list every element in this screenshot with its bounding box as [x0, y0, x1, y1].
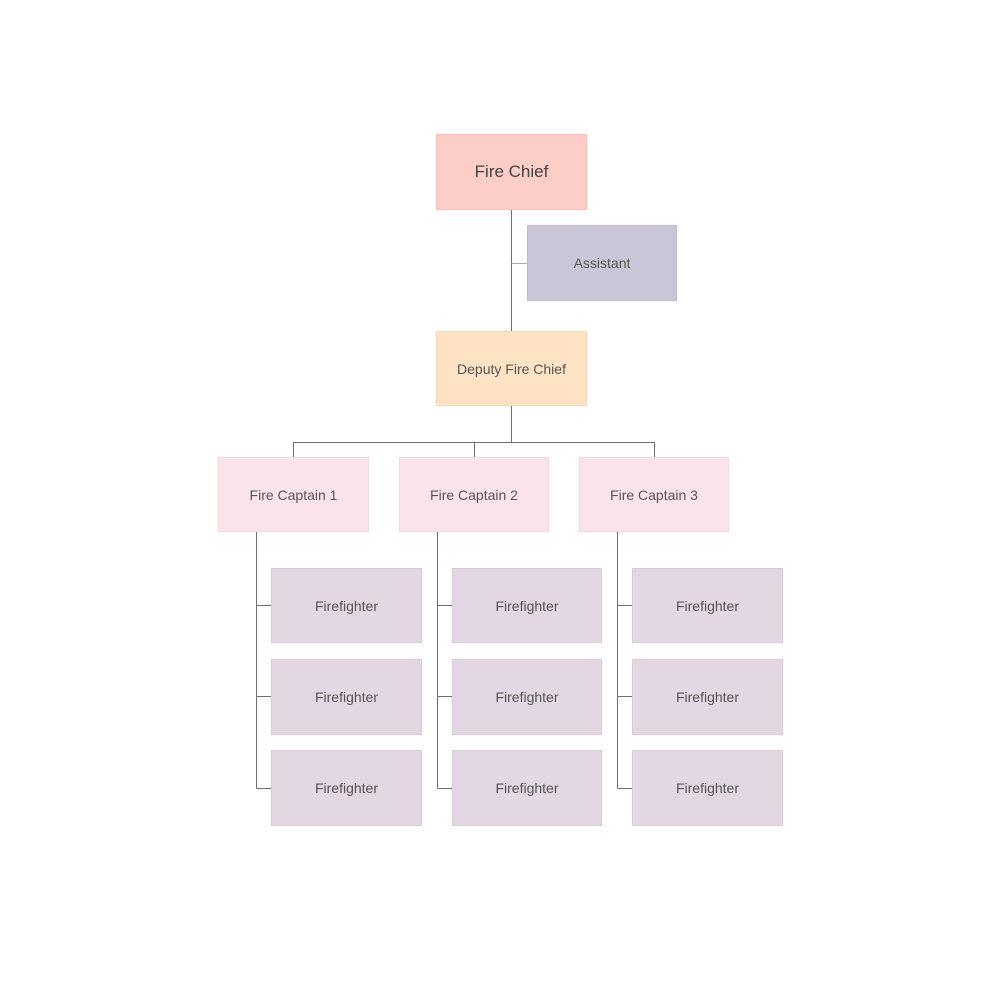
firefighter-box[interactable]: Firefighter — [271, 568, 422, 643]
fire-captain-2-label: Fire Captain 2 — [430, 486, 518, 503]
fire-captain-1-label: Fire Captain 1 — [249, 486, 338, 503]
firefighter-box[interactable]: Firefighter — [271, 659, 422, 735]
firefighter-label: Firefighter — [675, 689, 740, 705]
firefighter-label: Firefighter — [675, 780, 740, 796]
firefighter-box[interactable]: Firefighter — [632, 659, 783, 735]
firefighter-box[interactable]: Firefighter — [271, 750, 422, 826]
firefighter-label: Firefighter — [675, 597, 740, 614]
fire-captain-2-box[interactable]: Fire Captain 2 — [399, 457, 549, 532]
fire-captain-1-box[interactable]: Fire Captain 1 — [218, 457, 369, 532]
deputy-fire-chief-label: Deputy Fire Chief — [457, 360, 566, 377]
assistant-box[interactable]: Assistant — [527, 225, 677, 301]
deputy-fire-chief-box[interactable]: Deputy Fire Chief — [436, 331, 587, 406]
firefighter-box[interactable]: Firefighter — [452, 568, 602, 643]
fire-captain-3-box[interactable]: Fire Captain 3 — [579, 457, 729, 532]
firefighter-label: Firefighter — [495, 689, 559, 705]
fire-captain-3-label: Fire Captain 3 — [610, 486, 698, 503]
fire-chief-box[interactable]: Fire Chief — [436, 134, 587, 210]
firefighter-box[interactable]: Firefighter — [452, 750, 602, 826]
firefighter-label: Firefighter — [314, 597, 379, 614]
firefighter-label: Firefighter — [495, 597, 559, 614]
fire-chief-label: Fire Chief — [474, 162, 549, 181]
assistant-label: Assistant — [573, 255, 631, 271]
firefighter-box[interactable]: Firefighter — [452, 659, 602, 735]
firefighter-label: Firefighter — [314, 780, 379, 796]
firefighter-label: Firefighter — [495, 780, 559, 796]
firefighter-box[interactable]: Firefighter — [632, 568, 783, 643]
firefighter-box[interactable]: Firefighter — [632, 750, 783, 826]
firefighter-label: Firefighter — [314, 689, 379, 705]
